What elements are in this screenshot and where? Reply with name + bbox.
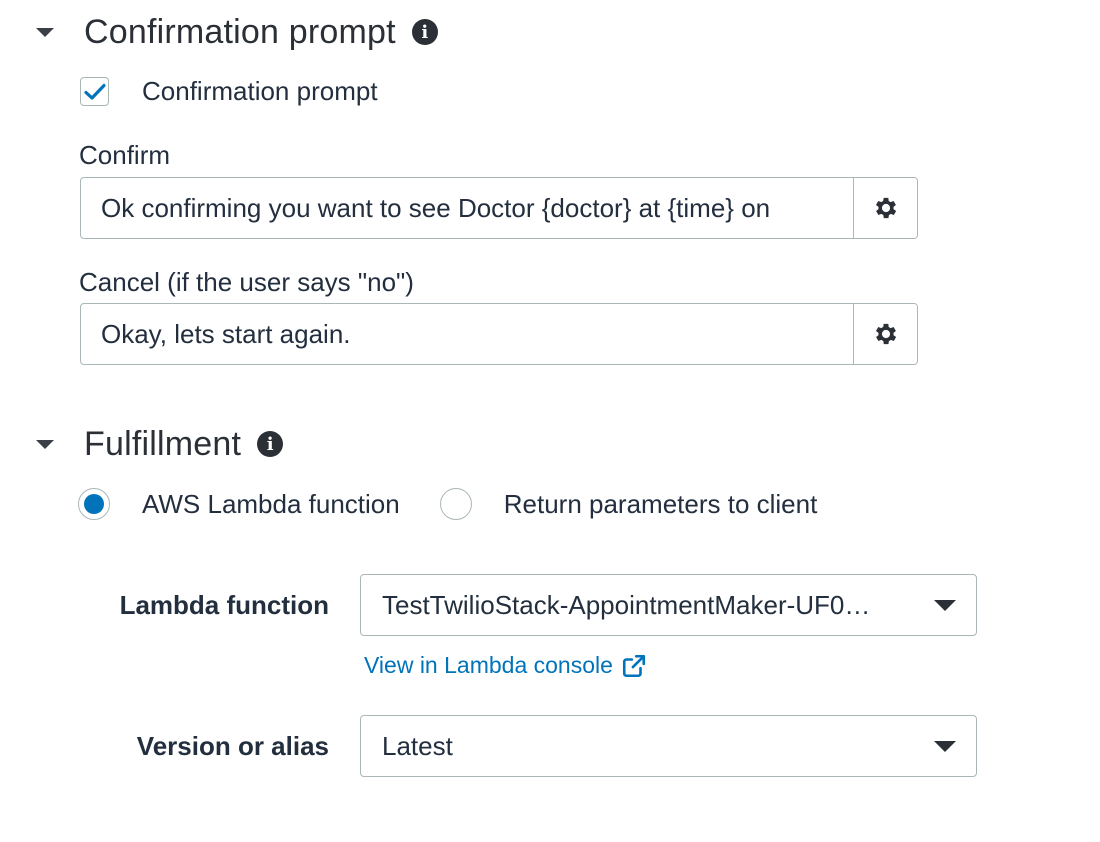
cancel-label: Cancel (if the user says "no") <box>79 267 414 297</box>
version-or-alias-select[interactable]: Latest <box>360 715 977 777</box>
confirmation-checkbox-row: Confirmation prompt <box>80 76 378 107</box>
collapse-caret-icon[interactable] <box>36 27 54 37</box>
info-icon[interactable]: i <box>257 431 284 457</box>
radio-return-parameters[interactable] <box>439 488 472 520</box>
confirm-input[interactable] <box>81 178 853 238</box>
view-in-lambda-console-link[interactable]: View in Lambda console <box>364 652 647 679</box>
version-or-alias-value: Latest <box>382 730 453 761</box>
version-or-alias-label: Version or alias <box>136 731 329 761</box>
cancel-input-group <box>80 303 918 365</box>
confirmation-section-title: Confirmation prompt <box>84 12 396 51</box>
fulfillment-section-title: Fulfillment <box>84 424 242 463</box>
confirmation-prompt-checkbox[interactable] <box>80 77 109 106</box>
chevron-down-icon <box>934 599 956 611</box>
external-link-icon <box>621 653 647 679</box>
chevron-down-icon <box>934 740 956 752</box>
page: Confirmation prompt i Confirmation promp… <box>0 0 1100 842</box>
confirm-settings-button[interactable] <box>853 178 917 238</box>
info-icon[interactable]: i <box>411 19 438 45</box>
gear-icon <box>875 197 896 219</box>
lambda-function-select[interactable]: TestTwilioStack-AppointmentMaker-UF0… <box>360 574 977 636</box>
fulfillment-options: AWS Lambda function Return parameters to… <box>78 488 817 520</box>
radio-return-parameters-label: Return parameters to client <box>503 488 818 519</box>
radio-aws-lambda-label: AWS Lambda function <box>142 488 400 519</box>
console-link-label: View in Lambda console <box>364 652 613 678</box>
confirmation-checkbox-label: Confirmation prompt <box>142 76 378 106</box>
cancel-input[interactable] <box>81 304 853 364</box>
radio-aws-lambda[interactable] <box>78 488 110 520</box>
cancel-settings-button[interactable] <box>853 304 917 364</box>
collapse-caret-icon[interactable] <box>36 439 54 449</box>
lambda-function-label: Lambda function <box>119 590 329 620</box>
gear-icon <box>875 323 896 345</box>
checkmark-icon <box>83 83 106 100</box>
fulfillment-section-header: Fulfillment i <box>30 422 284 466</box>
lambda-function-value: TestTwilioStack-AppointmentMaker-UF0… <box>382 589 871 620</box>
confirm-label: Confirm <box>79 140 171 170</box>
confirmation-section-header: Confirmation prompt i <box>30 10 438 54</box>
confirm-input-group <box>80 177 918 239</box>
